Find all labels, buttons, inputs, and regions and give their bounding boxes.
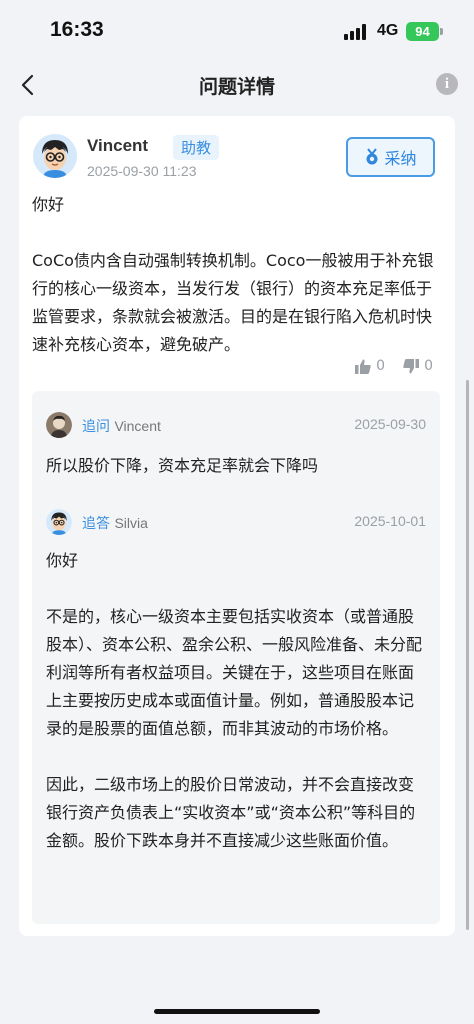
avatar[interactable] [33,134,77,178]
adopt-button[interactable]: 采纳 [346,137,435,177]
battery-icon: 94 [406,22,439,41]
followup-user: Vincent [114,418,161,434]
answer-card: Vincent 助教 2025-09-30 11:23 采纳 你好 CoCo债内… [19,116,455,936]
answer-greeting: 你好 [32,195,65,214]
adopt-label: 采纳 [384,149,417,168]
author-name: Vincent [87,136,149,155]
cellular-signal-icon [344,24,370,40]
info-icon[interactable]: i [436,73,458,95]
reply-body: 你好 不是的，核心一级资本主要包括实收资本（或普通股股本）、资本公积、盈余公积、… [46,547,428,883]
network-type: 4G [377,22,399,39]
avatar[interactable] [46,412,72,438]
like-button[interactable]: 0 [355,358,385,374]
answer-paragraph: CoCo债内含自动强制转换机制。Coco一般被用于补充银行的核心一级资本，当发行… [32,251,434,354]
followup-label: 追问 Vincent [82,416,161,436]
vote-row: 0 0 [355,358,433,374]
post-timestamp: 2025-09-30 11:23 [87,163,197,179]
reply-user: Silvia [114,515,148,531]
reply-paragraph-1: 不是的，核心一级资本主要包括实收资本（或普通股股本）、资本公积、盈余公积、一般风… [46,607,423,738]
reply-paragraph-2: 因此，二级市场上的股价日常波动，并不会直接改变银行资产负债表上“实收资本”或“资… [46,775,416,850]
thumbs-up-icon [355,359,371,374]
dislike-count: 0 [424,358,433,374]
navigation-bar: 问题详情 i [0,60,474,110]
scrollbar[interactable] [466,380,469,930]
battery-cap [440,28,443,35]
avatar[interactable] [46,509,72,535]
dislike-button[interactable]: 0 [403,358,433,374]
like-count: 0 [376,358,386,374]
cartoon-avatar-icon [33,134,77,178]
status-time: 16:33 [50,18,104,41]
followup-date: 2025-09-30 [354,416,426,432]
status-bar: 16:33 4G 94 [0,0,474,60]
user-photo-icon [46,412,72,438]
role-badge: 助教 [173,135,220,160]
followup-tag: 追问 [82,419,110,435]
page-title: 问题详情 [198,76,275,98]
home-indicator[interactable] [154,1009,320,1014]
reply-tag: 追答 [82,516,110,532]
medal-icon [366,148,378,165]
followup-text: 所以股价下降，资本充足率就会下降吗 [46,456,319,475]
followup-thread: 追问 Vincent 2025-09-30 所以股价下降，资本充足率就会下降吗 … [32,391,440,924]
reply-greeting: 你好 [46,551,79,570]
reply-date: 2025-10-01 [354,513,426,529]
reply-label: 追答 Silvia [82,513,148,533]
thumbs-down-icon [403,358,420,373]
cartoon-avatar-icon [46,509,72,535]
